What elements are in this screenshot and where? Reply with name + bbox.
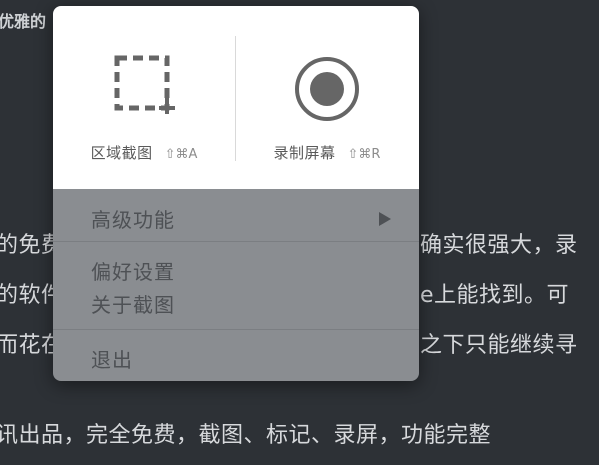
submenu-arrow-icon	[379, 212, 391, 226]
screenshot-popover-menu: 区域截图 ⇧⌘A 录制屏幕 ⇧⌘R 高级功能 偏好设置 关于截图 退出	[53, 6, 419, 381]
menu-separator	[53, 241, 419, 242]
article-line-5: 讯出品，完全免费，截图、标记、录屏，功能完整	[0, 423, 492, 448]
menu-item-advanced[interactable]: 高级功能	[91, 204, 175, 233]
article-line-3-right: 之下只能继续寻	[420, 333, 578, 358]
region-capture-button[interactable]: 区域截图 ⇧⌘A	[53, 6, 235, 189]
record-screen-label: 录制屏幕	[273, 144, 336, 162]
menu-item-quit[interactable]: 退出	[91, 344, 133, 373]
record-screen-button[interactable]: 录制屏幕 ⇧⌘R	[236, 6, 418, 189]
capture-actions-panel: 区域截图 ⇧⌘A 录制屏幕 ⇧⌘R	[53, 6, 419, 189]
region-select-icon	[113, 54, 175, 120]
record-screen-shortcut: ⇧⌘R	[347, 147, 381, 162]
region-capture-label: 区域截图	[90, 144, 153, 162]
menu-item-preferences[interactable]: 偏好设置	[91, 256, 175, 285]
article-heading-fragment: 优雅的	[0, 12, 47, 31]
menu-item-about[interactable]: 关于截图	[91, 289, 175, 318]
options-menu: 高级功能 偏好设置 关于截图 退出	[53, 189, 419, 381]
article-line-2-right: e上能找到。可	[420, 283, 570, 308]
region-capture-shortcut: ⇧⌘A	[164, 147, 198, 162]
record-icon	[294, 56, 360, 126]
menu-separator	[53, 329, 419, 330]
article-line-1-right: 确实很强大，录	[420, 233, 578, 258]
